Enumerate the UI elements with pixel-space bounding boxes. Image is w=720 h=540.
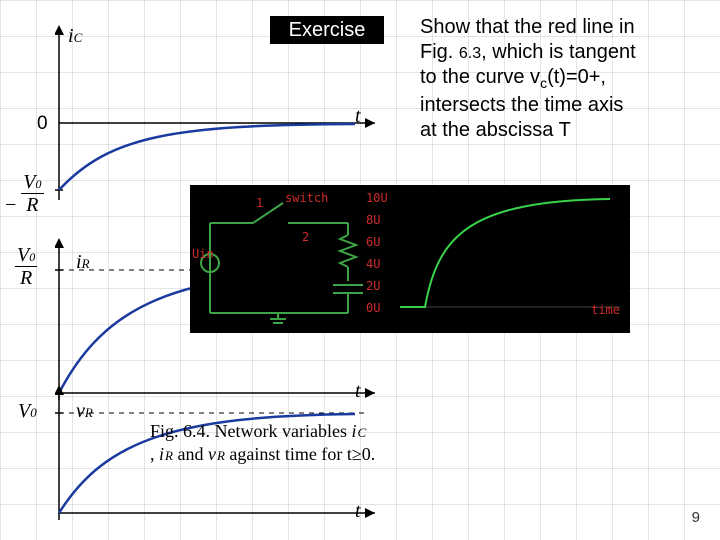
scope-ytick-8: 8U bbox=[366, 213, 380, 227]
cap-and: and bbox=[177, 444, 208, 464]
switch-label: switch bbox=[285, 191, 328, 205]
cap-vr: v bbox=[208, 444, 216, 464]
cap-ic-sub: C bbox=[357, 425, 366, 440]
instr-line4: intersects the time axis bbox=[420, 94, 623, 116]
cap-pre: Fig. 6.4. Network variables bbox=[150, 421, 351, 441]
instr-line3b: (t)=0+, bbox=[547, 66, 606, 88]
v0-v: V bbox=[18, 400, 30, 422]
minus-sign: − bbox=[5, 194, 16, 216]
v0-sub: 0 bbox=[30, 405, 37, 420]
cap-ir: i bbox=[159, 444, 164, 464]
ylabel-v0-over-r: V0 R bbox=[15, 245, 37, 290]
ic-zero: 0 bbox=[37, 113, 48, 135]
frac-r: R bbox=[21, 194, 43, 215]
scope-ytick-6: 6U bbox=[366, 235, 380, 249]
instr-line3a: to the curve v bbox=[420, 66, 540, 88]
instr-figref: Fig. bbox=[420, 41, 459, 63]
svg-text:1: 1 bbox=[256, 196, 263, 210]
ylabel-v0: V0 bbox=[18, 400, 37, 423]
ic-plot bbox=[55, 25, 385, 205]
instr-fignum: 6.3 bbox=[459, 45, 481, 62]
scope-trace-area: 10U 8U 6U 4U 2U 0U time bbox=[400, 195, 620, 315]
scope-trace bbox=[400, 195, 620, 315]
frac2-v-sub: 0 bbox=[29, 250, 35, 264]
cap-ir-sub: R bbox=[165, 448, 173, 463]
scope-ytick-2: 2U bbox=[366, 279, 380, 293]
scope-xlabel: time bbox=[591, 303, 620, 317]
uin-label: Uin bbox=[192, 247, 214, 261]
cap-vr-sub: R bbox=[217, 448, 225, 463]
scope-ytick-4: 4U bbox=[366, 257, 380, 271]
ylabel-minus-v0-over-r: − V0 R bbox=[5, 172, 44, 217]
scope-ytick-10: 10U bbox=[366, 191, 388, 205]
cap-ic: i bbox=[351, 421, 356, 441]
figure-caption: Fig. 6.4. Network variables iC , iR and … bbox=[150, 420, 495, 465]
cap-sep1: , bbox=[150, 444, 159, 464]
frac2-r: R bbox=[15, 267, 37, 288]
circuit-schematic: 1 2 bbox=[198, 193, 393, 325]
page-number: 9 bbox=[692, 509, 700, 526]
instr-vc-sub: c bbox=[540, 75, 547, 91]
instr-line2: , which is tangent bbox=[481, 41, 636, 63]
svg-text:2: 2 bbox=[302, 230, 309, 244]
frac-v-sub: 0 bbox=[36, 177, 42, 191]
cap-post: against time for t≥0. bbox=[229, 444, 375, 464]
instr-line1: Show that the red line in bbox=[420, 16, 635, 38]
instr-line5: at the abscissa T bbox=[420, 119, 571, 141]
frac2-v: V bbox=[17, 244, 29, 266]
scope-ytick-0: 0U bbox=[366, 301, 380, 315]
frac-v: V bbox=[23, 171, 35, 193]
oscilloscope-panel: 1 2 switch Uin 10U 8U 6U 4U 2U 0U time bbox=[190, 185, 630, 333]
exercise-instruction: Show that the red line in Fig. 6.3, whic… bbox=[420, 15, 710, 143]
